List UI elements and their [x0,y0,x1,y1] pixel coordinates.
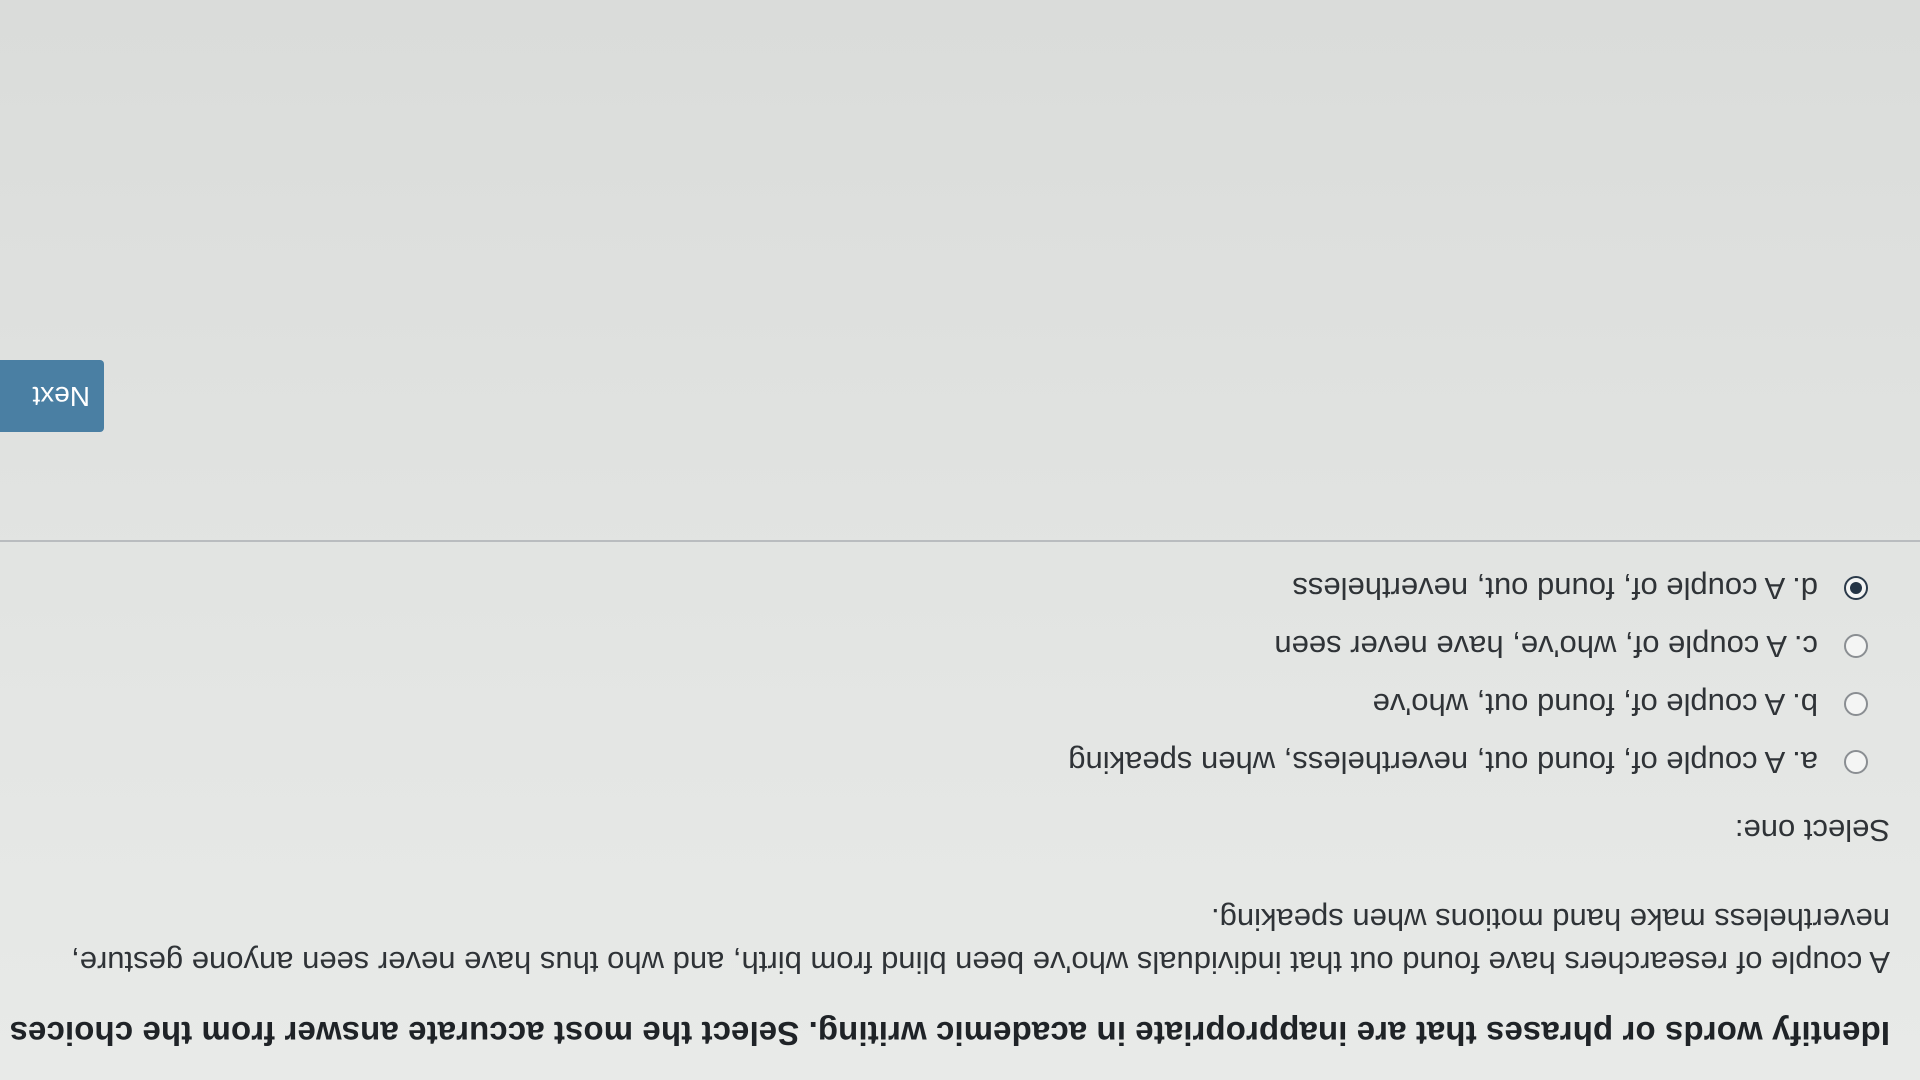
select-one-label: Select one: [1734,813,1890,848]
option-c[interactable]: c. A couple of, who've, have never seen [1274,624,1868,668]
option-b[interactable]: b. A couple of, found out, who've [1373,682,1868,726]
option-d-label: d. A couple of, found out, nevertheless [1292,571,1818,606]
option-c-label: c. A couple of, who've, have never seen [1274,629,1818,664]
option-b-label: b. A couple of, found out, who've [1372,687,1818,722]
next-button[interactable]: Next [0,360,104,432]
radio-option-c[interactable] [1844,634,1868,658]
question-title: Identify words or phrases that are inapp… [0,1015,1890,1052]
option-a-label: a. A couple of, found out, nevertheless,… [1068,745,1818,780]
radio-option-b[interactable] [1844,692,1868,716]
radio-option-d-selected[interactable] [1844,576,1868,600]
question-passage: A couple of researchers have found out t… [71,902,1890,980]
option-d[interactable]: d. A couple of, found out, nevertheless [1292,566,1868,610]
radio-option-a[interactable] [1844,750,1868,774]
quiz-screen: Identify words or phrases that are inapp… [0,0,1920,1080]
panel-divider [0,540,1920,542]
option-a[interactable]: a. A couple of, found out, nevertheless,… [1068,740,1868,784]
question-panel: Identify words or phrases that are inapp… [0,542,1920,1080]
